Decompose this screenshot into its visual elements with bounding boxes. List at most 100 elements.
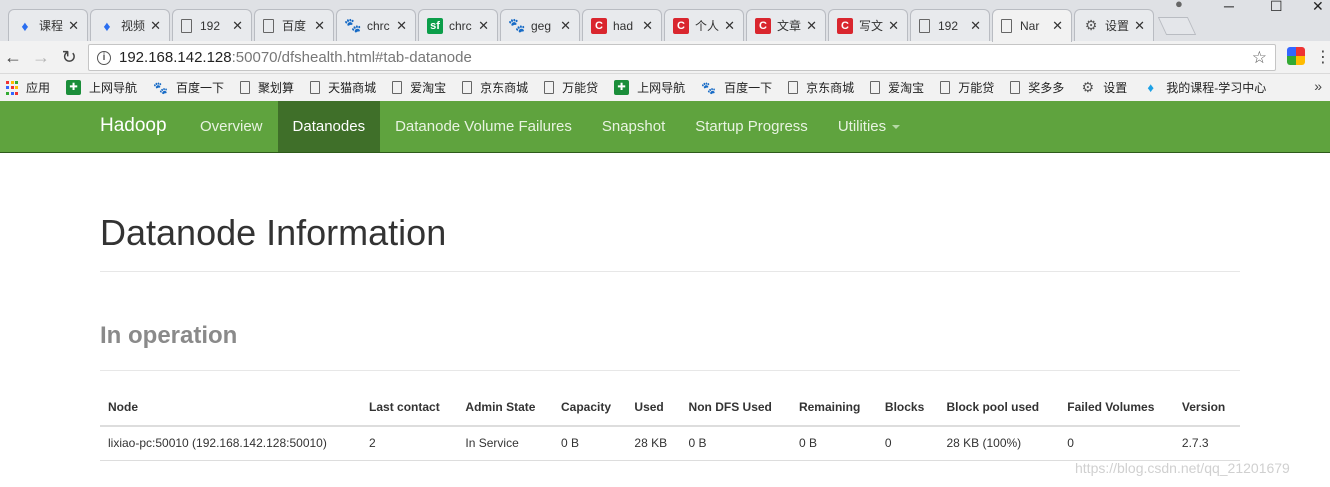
column-header[interactable]: Admin State: [457, 388, 554, 427]
tab-close-icon[interactable]: ✕: [642, 18, 653, 34]
back-icon[interactable]: ←: [2, 47, 24, 68]
url-path: :50070/dfshealth.html#tab-datanode: [231, 49, 472, 66]
forward-icon[interactable]: →: [30, 47, 52, 68]
browser-tab[interactable]: C 个人 ✕: [664, 9, 744, 41]
browser-tab[interactable]: C 写文 ✕: [828, 9, 908, 41]
tab-close-icon[interactable]: ✕: [806, 18, 817, 34]
column-header[interactable]: Failed Volumes: [1059, 388, 1174, 427]
column-header[interactable]: Remaining: [790, 388, 877, 427]
bookmark-label: 百度一下: [176, 81, 225, 95]
doc-icon: [1001, 19, 1012, 33]
reload-icon[interactable]: ↻: [58, 47, 80, 68]
nav-link-label: Overview: [200, 118, 263, 135]
nav-link-datanodes[interactable]: Datanodes: [277, 101, 381, 152]
browser-tab[interactable]: C 文章 ✕: [746, 9, 826, 41]
column-header[interactable]: Non DFS Used: [680, 388, 791, 427]
bookmark-item[interactable]: 聚划算: [240, 79, 294, 96]
tab-close-icon[interactable]: ✕: [314, 18, 325, 34]
baidu-icon: 🐾: [153, 80, 168, 95]
bookmark-item[interactable]: ✚ 上网导航: [66, 79, 137, 96]
bookmark-star-icon[interactable]: ☆: [1252, 48, 1267, 68]
tab-close-icon[interactable]: ✕: [560, 18, 571, 34]
nav-link-startup-progress[interactable]: Startup Progress: [680, 101, 823, 152]
new-tab-button[interactable]: [1157, 17, 1197, 35]
tab-close-icon[interactable]: ✕: [1134, 18, 1145, 34]
tab-title: 百度: [282, 19, 307, 33]
browser-tab[interactable]: 192 ✕: [910, 9, 990, 41]
bookmark-item[interactable]: 万能贷: [544, 79, 598, 96]
tab-close-icon[interactable]: ✕: [970, 18, 981, 34]
close-window-icon[interactable]: ✕: [1312, 0, 1324, 15]
site-info-icon[interactable]: i: [97, 50, 111, 65]
profile-icon[interactable]: ●: [1175, 0, 1183, 11]
browser-tab[interactable]: 192 ✕: [172, 9, 252, 41]
nav-link-datanode-volume-failures[interactable]: Datanode Volume Failures: [380, 101, 587, 152]
table-cell: 0: [1059, 426, 1174, 461]
bookmark-label: 聚划算: [258, 81, 295, 95]
browser-tab[interactable]: ♦ 课程 ✕: [8, 9, 88, 41]
bookmark-item[interactable]: 爱淘宝: [392, 79, 446, 96]
bookmark-label: 万能贷: [562, 81, 599, 95]
tab-close-icon[interactable]: ✕: [888, 18, 899, 34]
bookmark-item[interactable]: ⚙ 设置: [1080, 79, 1127, 96]
bookmark-item[interactable]: 天猫商城: [310, 79, 376, 96]
tab-close-icon[interactable]: ✕: [724, 18, 735, 34]
bookmark-item[interactable]: 应用: [6, 79, 50, 96]
tab-title: Nar: [1020, 19, 1040, 33]
bookmark-item[interactable]: 奖多多: [1010, 79, 1064, 96]
tab-close-icon[interactable]: ✕: [1052, 18, 1063, 34]
column-header[interactable]: Last contact: [361, 388, 458, 427]
tab-close-icon[interactable]: ✕: [68, 18, 79, 34]
column-header[interactable]: Block pool used: [938, 388, 1060, 427]
tab-close-icon[interactable]: ✕: [150, 18, 161, 34]
bookmark-item[interactable]: 万能贷: [940, 79, 994, 96]
bookmarks-overflow-icon[interactable]: »: [1314, 78, 1322, 94]
nav-link-overview[interactable]: Overview: [185, 101, 278, 152]
tab-close-icon[interactable]: ✕: [478, 18, 489, 34]
column-header[interactable]: Version: [1173, 388, 1240, 427]
doc-icon: [263, 18, 274, 33]
bookmark-item[interactable]: ✚ 上网导航: [614, 79, 685, 96]
table-cell: lixiao-pc:50010 (192.168.142.128:50010): [100, 426, 362, 461]
extension-icon[interactable]: [1287, 47, 1305, 65]
nav-link-utilities[interactable]: Utilities: [823, 101, 915, 152]
browser-tab[interactable]: sf chrc ✕: [418, 9, 498, 41]
browser-tab[interactable]: ♦ 视频 ✕: [90, 9, 170, 41]
nav-link-label: Startup Progress: [695, 118, 808, 135]
bookmark-item[interactable]: 🐾 百度一下: [153, 79, 224, 96]
sf-icon: sf: [427, 17, 443, 34]
baidu-icon: 🐾: [508, 17, 526, 33]
tab-close-icon[interactable]: ✕: [232, 18, 243, 34]
browser-tab[interactable]: 百度 ✕: [254, 9, 334, 41]
bookmark-item[interactable]: 爱淘宝: [870, 79, 924, 96]
maximize-icon[interactable]: ☐: [1270, 0, 1283, 15]
browser-menu-icon[interactable]: ⋮: [1315, 47, 1330, 67]
browser-tab[interactable]: 🐾 geg ✕: [500, 9, 580, 41]
bookmark-item[interactable]: ♦ 我的课程-学习中心: [1143, 79, 1266, 96]
browser-tab[interactable]: ⚙ 设置 ✕: [1074, 9, 1154, 41]
doc-icon: [1010, 81, 1021, 94]
bookmark-label: 天猫商城: [328, 81, 377, 95]
tab-strip: ♦ 课程 ✕ ♦ 视频 ✕ 192 ✕ 百度 ✕ 🐾 chrc ✕ sf chrc ✕ 🐾 geg ✕ Chad ✕ C 个…: [0, 0, 1330, 42]
apps-icon: [6, 80, 18, 95]
column-header[interactable]: Capacity: [553, 388, 627, 427]
browser-tab[interactable]: Nar ✕: [992, 9, 1072, 42]
bookmark-item[interactable]: 🐾 百度一下: [701, 79, 772, 96]
column-header[interactable]: Used: [626, 388, 681, 427]
csdn-icon: C: [755, 17, 771, 34]
column-header[interactable]: Node: [100, 388, 362, 427]
bookmark-label: 上网导航: [89, 81, 138, 95]
hadoop-brand[interactable]: Hadoop: [100, 115, 167, 137]
column-header[interactable]: Blocks: [876, 388, 939, 427]
browser-tab[interactable]: 🐾 chrc ✕: [336, 9, 416, 41]
bookmark-item[interactable]: 京东商城: [788, 79, 854, 96]
bookmark-item[interactable]: 京东商城: [462, 79, 528, 96]
tab-close-icon[interactable]: ✕: [396, 18, 407, 34]
doc-icon: [240, 81, 251, 94]
nav-link-label: Datanode Volume Failures: [395, 118, 572, 135]
minimize-icon[interactable]: ─: [1224, 0, 1234, 14]
browser-tab[interactable]: Chad ✕: [582, 9, 662, 41]
gear-icon: ⚙: [1081, 79, 1094, 95]
address-bar[interactable]: i 192.168.142.128:50070/dfshealth.html#t…: [88, 44, 1276, 71]
nav-link-snapshot[interactable]: Snapshot: [587, 101, 680, 152]
